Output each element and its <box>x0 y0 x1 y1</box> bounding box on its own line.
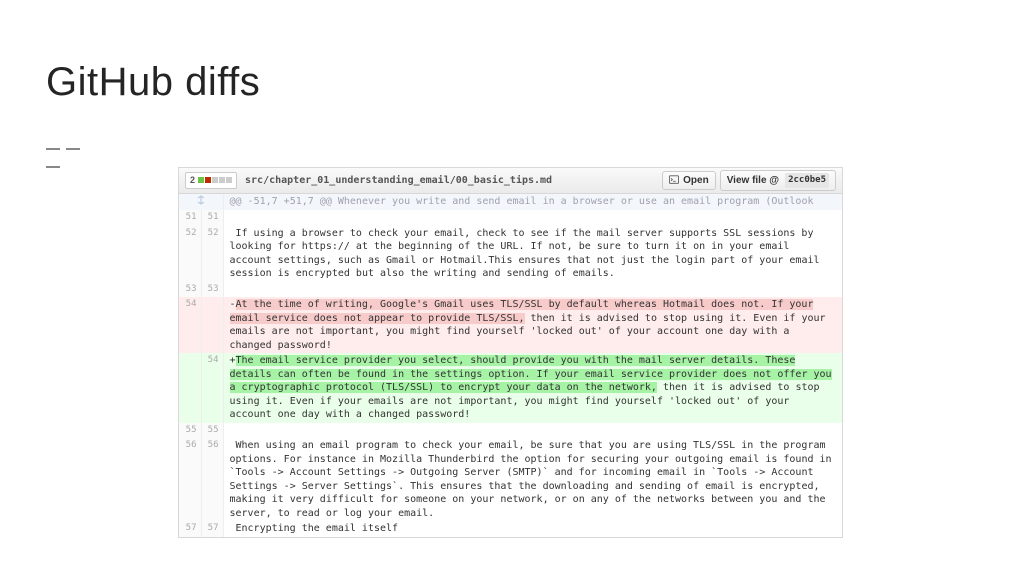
diff-row: 5353 <box>179 282 842 298</box>
view-file-label: View file @ <box>727 174 779 188</box>
old-line-num <box>179 353 201 423</box>
divider <box>46 140 102 176</box>
old-line-num: 55 <box>179 423 201 439</box>
code-cell: If using a browser to check your email, … <box>223 226 842 282</box>
diff-row: @@ -51,7 +51,7 @@ Whenever you write and… <box>179 194 842 210</box>
changes-count: 2 <box>190 174 195 186</box>
old-line-num: 53 <box>179 282 201 298</box>
open-button[interactable]: Open <box>662 171 716 191</box>
new-line-num: 54 <box>201 353 223 423</box>
diff-table: @@ -51,7 +51,7 @@ Whenever you write and… <box>179 194 842 537</box>
diff-stat-blocks <box>198 177 232 183</box>
code-cell: Encrypting the email itself <box>223 521 842 537</box>
code-cell: +The email service provider you select, … <box>223 353 842 423</box>
old-line-num: 56 <box>179 438 201 521</box>
commit-sha: 2cc0be5 <box>785 173 829 187</box>
diff-row: 5656 When using an email program to chec… <box>179 438 842 521</box>
diff-row: 5151 <box>179 210 842 226</box>
diff-row: 54 -At the time of writing, Google's Gmai… <box>179 297 842 353</box>
code-cell <box>223 282 842 298</box>
file-header: 2 src/chapter_01_understanding_email/00_… <box>179 168 842 194</box>
file-path: src/chapter_01_understanding_email/00_ba… <box>245 174 662 188</box>
new-line-num: 57 <box>201 521 223 537</box>
open-label: Open <box>683 174 709 188</box>
code-cell <box>223 423 842 439</box>
diff-row: 54+The email service provider you select… <box>179 353 842 423</box>
hunk-header: @@ -51,7 +51,7 @@ Whenever you write and… <box>223 194 842 210</box>
terminal-icon <box>669 175 679 185</box>
new-line-num: 53 <box>201 282 223 298</box>
new-line-num: 56 <box>201 438 223 521</box>
slide-title: GitHub diffs <box>46 60 260 105</box>
new-line-num <box>201 297 223 353</box>
diff-row: 5555 <box>179 423 842 439</box>
diff-panel: 2 src/chapter_01_understanding_email/00_… <box>178 167 843 538</box>
old-line-num: 57 <box>179 521 201 537</box>
new-line-num: 55 <box>201 423 223 439</box>
old-line-num: 52 <box>179 226 201 282</box>
changes-badge: 2 <box>185 172 237 188</box>
diff-row: 5757 Encrypting the email itself <box>179 521 842 537</box>
new-line-num: 51 <box>201 210 223 226</box>
diff-row: 5252 If using a browser to check your em… <box>179 226 842 282</box>
code-cell: When using an email program to check you… <box>223 438 842 521</box>
new-line-num: 52 <box>201 226 223 282</box>
old-line-num: 54 <box>179 297 201 353</box>
view-file-button[interactable]: View file @ 2cc0be5 <box>720 170 836 190</box>
old-line-num: 51 <box>179 210 201 226</box>
code-cell <box>223 210 842 226</box>
code-cell: -At the time of writing, Google's Gmail … <box>223 297 842 353</box>
expand-icon[interactable] <box>179 194 223 210</box>
